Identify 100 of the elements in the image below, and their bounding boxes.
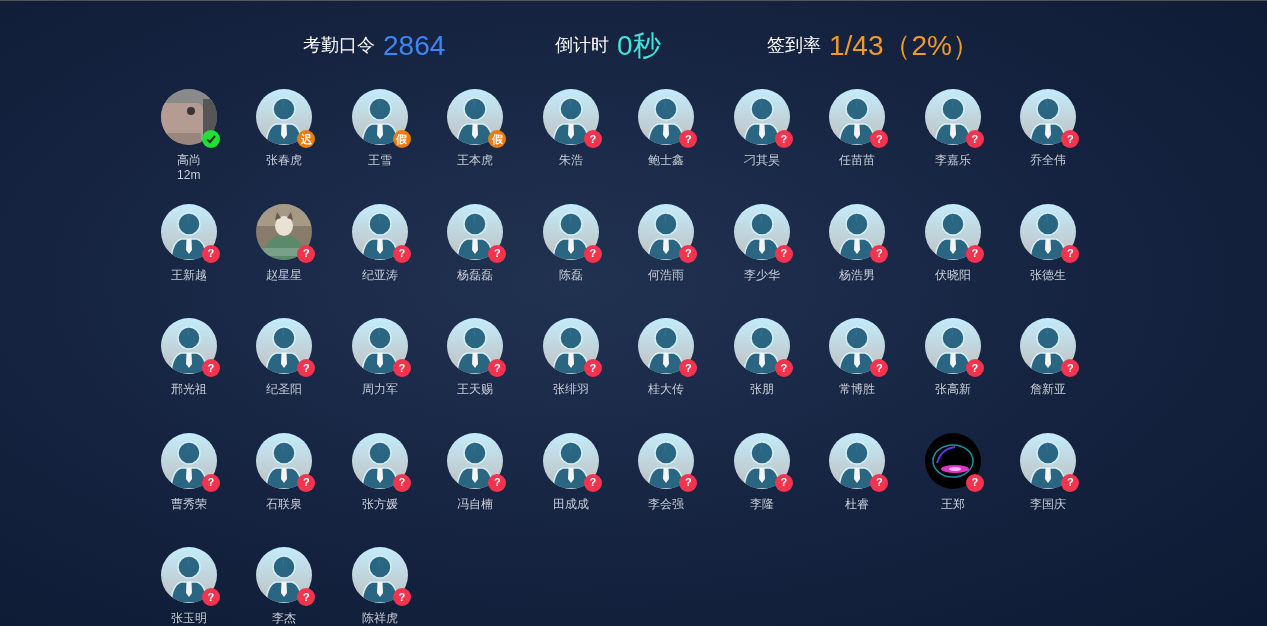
person-name: 赵星星 [266, 267, 303, 283]
person-avatar-icon [351, 203, 408, 260]
person-avatar-icon [542, 318, 599, 374]
person-name: 鲍士鑫 [648, 153, 685, 168]
person-name: 詹新亚 [1030, 382, 1067, 397]
person-name: 桂大传 [648, 382, 685, 397]
person-name: 王本虎 [457, 153, 494, 168]
person-avatar-icon [638, 432, 695, 489]
person-avatar-icon [829, 203, 886, 260]
person-name: 乔全伟 [1030, 153, 1067, 168]
person-avatar-icon [256, 547, 313, 603]
person-name: 王郑 [940, 496, 965, 512]
person-avatar-icon [1020, 89, 1077, 145]
person-name: 张方媛 [361, 496, 398, 512]
person-avatar-icon [542, 89, 599, 145]
person-avatar-icon [638, 203, 695, 260]
person-avatar-icon [256, 318, 313, 374]
status-badge: 假 [488, 130, 507, 148]
person-name: 陈祥虎 [361, 611, 398, 626]
person-avatar-icon [160, 432, 217, 489]
person-name: 刁其昊 [743, 153, 780, 168]
elapsed-time: 12m [177, 168, 201, 183]
person-avatar-icon [542, 203, 599, 260]
stat-label: 考勤口令 [303, 34, 375, 57]
person-avatar-icon [924, 203, 981, 260]
person-avatar-icon [351, 318, 408, 374]
person-avatar-icon [924, 318, 981, 374]
person-name: 何浩雨 [648, 267, 685, 283]
person-avatar-icon [1020, 203, 1077, 260]
person-avatar-icon [256, 432, 313, 489]
status-badge: ? [1061, 130, 1080, 148]
status-badge: ? [297, 588, 316, 606]
person-avatar-icon [829, 89, 886, 145]
person-avatar-icon [638, 89, 695, 145]
person-avatar-icon [829, 318, 886, 374]
person-name: 纪亚涛 [361, 267, 398, 283]
person-avatar-icon [1020, 432, 1077, 489]
person-name: 田成成 [552, 496, 589, 512]
status-badge: ? [1061, 359, 1080, 377]
status-badge: ? [870, 359, 889, 377]
person-name: 李会强 [648, 496, 685, 512]
person-name: 杜睿 [845, 496, 870, 512]
status-badge: 迟 [297, 130, 316, 148]
person-name: 王新越 [170, 267, 207, 283]
person-avatar-icon [447, 203, 504, 260]
status-badge: ? [679, 359, 698, 377]
check-icon [201, 130, 220, 148]
person-name: 张玉明 [170, 611, 207, 626]
stat-label: 签到率 [767, 34, 821, 57]
person-avatar-icon [351, 547, 408, 603]
person-name: 李少华 [743, 267, 780, 283]
person-avatar-icon [733, 89, 790, 145]
person-avatar-icon [256, 89, 313, 145]
person-name: 王天赐 [457, 382, 494, 397]
person-name: 纪圣阳 [266, 382, 303, 397]
person-avatar-icon [351, 432, 408, 489]
person-name: 张高新 [934, 382, 971, 397]
person-name: 李杰 [272, 611, 297, 626]
person-name: 李隆 [749, 496, 774, 512]
person-avatar-icon [542, 432, 599, 489]
person-name: 张德生 [1030, 267, 1067, 283]
person-name: 杨磊磊 [457, 267, 494, 283]
person-name: 周力军 [361, 382, 398, 397]
person-name: 张绯羽 [552, 382, 589, 397]
person-name: 张朋 [749, 382, 774, 397]
status-badge: ? [297, 359, 316, 377]
status-badge: ? [488, 359, 507, 377]
person-name: 李国庆 [1030, 496, 1067, 512]
person-avatar-icon [160, 547, 217, 603]
person-name: 陈磊 [558, 267, 583, 283]
person-name: 曹秀荣 [170, 496, 207, 512]
person-avatar-icon [160, 203, 217, 260]
person-avatar-icon [638, 318, 695, 374]
stat-label: 倒计时 [555, 34, 609, 57]
person-avatar-icon [447, 89, 504, 145]
person-avatar-icon [733, 203, 790, 260]
status-badge: ? [870, 130, 889, 148]
person-name: 高尚 [176, 153, 201, 168]
person-name: 常博胜 [839, 382, 876, 397]
person-name: 石联泉 [266, 496, 303, 512]
person-avatar-icon [160, 318, 217, 374]
person-avatar-icon [447, 318, 504, 374]
person-name: 邢光祖 [170, 382, 207, 397]
person-avatar-icon [1020, 318, 1077, 374]
person-name: 王雪 [367, 153, 392, 168]
person-name: 杨浩男 [839, 267, 876, 283]
person-name: 冯自楠 [457, 496, 494, 512]
person-name: 李嘉乐 [934, 153, 971, 168]
person-avatar-icon [924, 89, 981, 145]
person-name: 朱浩 [558, 153, 583, 168]
person-avatar-icon [829, 432, 886, 489]
status-badge: ? [679, 130, 698, 148]
person-name: 伏晓阳 [934, 267, 971, 283]
person-avatar-icon [733, 318, 790, 374]
person-name: 任苗苗 [839, 153, 876, 168]
person-avatar-icon [733, 432, 790, 489]
person-avatar-icon [447, 432, 504, 489]
stat-value: 2864 [383, 28, 446, 63]
stat-value: 0秒 [617, 28, 661, 63]
stat-value: 1/43（2%） [829, 28, 980, 63]
